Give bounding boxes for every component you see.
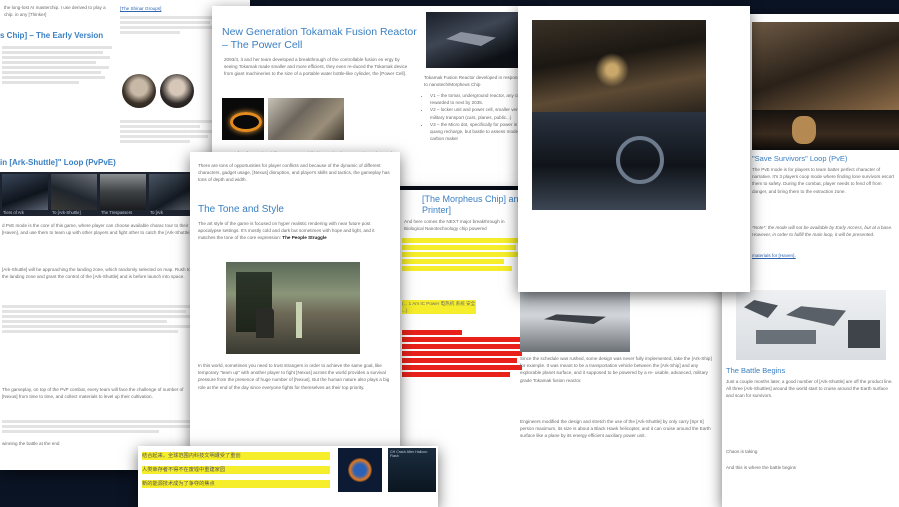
strip-caption-4: To [Ark xyxy=(150,210,164,215)
left-col2-text xyxy=(120,14,220,36)
chaos-line: Chaos is taking xyxy=(726,449,758,454)
heading-early-version: s Chip] – The Early Version xyxy=(0,31,104,40)
yellow-highlight-note: (... 1 Am IC Power 电热机 系统 安全 ...) xyxy=(402,300,476,315)
left-para-a: d PvE mode is the core of this game, whe… xyxy=(2,223,192,236)
left-para-b: [Ark-Shuttle] will be approaching the la… xyxy=(2,267,191,280)
concept-art-ruins xyxy=(532,20,706,112)
chinese-line: 新的能源技术成为了争夺的焦点 xyxy=(142,480,330,488)
tone-para-2: In this world, sometimes you need to tru… xyxy=(198,363,390,390)
tone-para-1: The art style of the game is focused on … xyxy=(198,221,375,241)
portrait-photo-2 xyxy=(160,74,194,108)
gameplay-screenshot xyxy=(226,262,360,354)
reactor-bullet: V1 – the tomar, underground reactor, any… xyxy=(430,92,530,106)
concept-art-1 xyxy=(2,174,48,210)
doc-page-tone-style: There are tons of opportunities for play… xyxy=(190,152,400,452)
survivors-art-1 xyxy=(752,22,899,110)
yellow-highlight-block xyxy=(402,236,522,273)
chinese-line: 人类幸存者不得不在废墟中重建家园 xyxy=(142,466,330,474)
morpheus-para-2: Engineers modified the design and stretc… xyxy=(520,419,711,439)
concept-art-strip: Tiers of Ark To [Ark-Shuttle] The Trespa… xyxy=(0,172,200,216)
left-bottom-line: winning the battle at the end xyxy=(2,441,60,446)
morpheus-para-1: Since the schedule was rushed, some desi… xyxy=(520,356,712,383)
reactor-title: New Generation Tokamak Fusion Reactor – … xyxy=(222,26,417,51)
shinar-groups-link[interactable]: [The Shinar Groups] xyxy=(120,5,161,12)
morpheus-intro: And here comes the NEXT major breakthrou… xyxy=(404,219,505,232)
concept-art-lab xyxy=(532,112,706,210)
reactor-bullet: V2 – locker unit and power cell, smaller… xyxy=(430,106,530,120)
left-para-filler xyxy=(2,303,198,335)
tone-intro: There are tons of opportunities for play… xyxy=(198,163,390,183)
left-col2-text-b xyxy=(120,118,220,145)
reactor-right-col: Tokamak Fusion Reactor developed in resp… xyxy=(424,75,523,88)
tone-heading: The Tone and Style xyxy=(198,204,284,215)
poster-image: CH Crash After Halloon Flash xyxy=(388,448,436,492)
core-expression: The People Struggle xyxy=(282,235,327,241)
strip-caption-3: The Trespassers xyxy=(101,210,133,215)
left-para-c: The gameplay, on top of the PvP combat, … xyxy=(2,387,184,400)
doc-page-chinese: 结合起来，全球范围内科技文明遭受了重创 人类幸存者不得不在废墟中重建家园 新的能… xyxy=(138,446,438,507)
portrait-photo-1 xyxy=(122,74,156,108)
survivors-heading: "Save Survivors" Loop (PvE) xyxy=(752,154,848,163)
topleft-snippet: the long-lost AI masterchip. I use deriv… xyxy=(4,5,106,18)
poster-caption: CH Crash After Halloon Flash xyxy=(390,450,428,458)
reactor-para-1: 2093/4, it and her team developed a brea… xyxy=(224,57,408,77)
chinese-line: 结合起来，全球范围内科技文明遭受了重创 xyxy=(142,452,330,460)
strip-caption-2: To [Ark-Shuttle] xyxy=(52,210,81,215)
morpheus-heading: [The Morpheus Chip] and [ Printer] xyxy=(422,194,529,215)
heading-pvpve-loop: in [Ark-Shuttle]" Loop (PvPvE) xyxy=(0,158,116,167)
doc-page-concept-art xyxy=(518,6,750,292)
survivors-note: *Note*: the mode will not be available b… xyxy=(752,225,893,238)
survivors-para-1: The PvE mode is for players to team batt… xyxy=(752,167,895,194)
left-para-early xyxy=(2,44,112,86)
red-highlight-block xyxy=(402,328,522,379)
planet-image xyxy=(338,448,382,492)
jet-image xyxy=(520,286,630,352)
concept-art-2 xyxy=(51,174,97,210)
reactor-bullet-list: V1 – the tomar, underground reactor, any… xyxy=(424,92,530,142)
spaceship-image xyxy=(426,12,518,68)
strip-caption-1: Tiers of Ark xyxy=(3,210,25,215)
final-line: And this is where the battle begins xyxy=(726,465,796,470)
battle-begins-heading: The Battle Begins xyxy=(726,366,786,375)
battle-para: Just a couple months later, a good numbe… xyxy=(726,379,893,399)
concept-art-3 xyxy=(100,174,146,210)
power-cell-image xyxy=(222,98,264,140)
survivors-art-2 xyxy=(752,110,899,150)
left-para-filler-2 xyxy=(2,418,198,435)
haven-materials-link[interactable]: materials for [Haven]. xyxy=(752,252,796,259)
reactor-machine-image xyxy=(268,98,344,140)
reactor-bullet: V3 – the Micro dot, specifically for pow… xyxy=(430,121,530,143)
vehicle-blueprint-image xyxy=(736,290,886,360)
